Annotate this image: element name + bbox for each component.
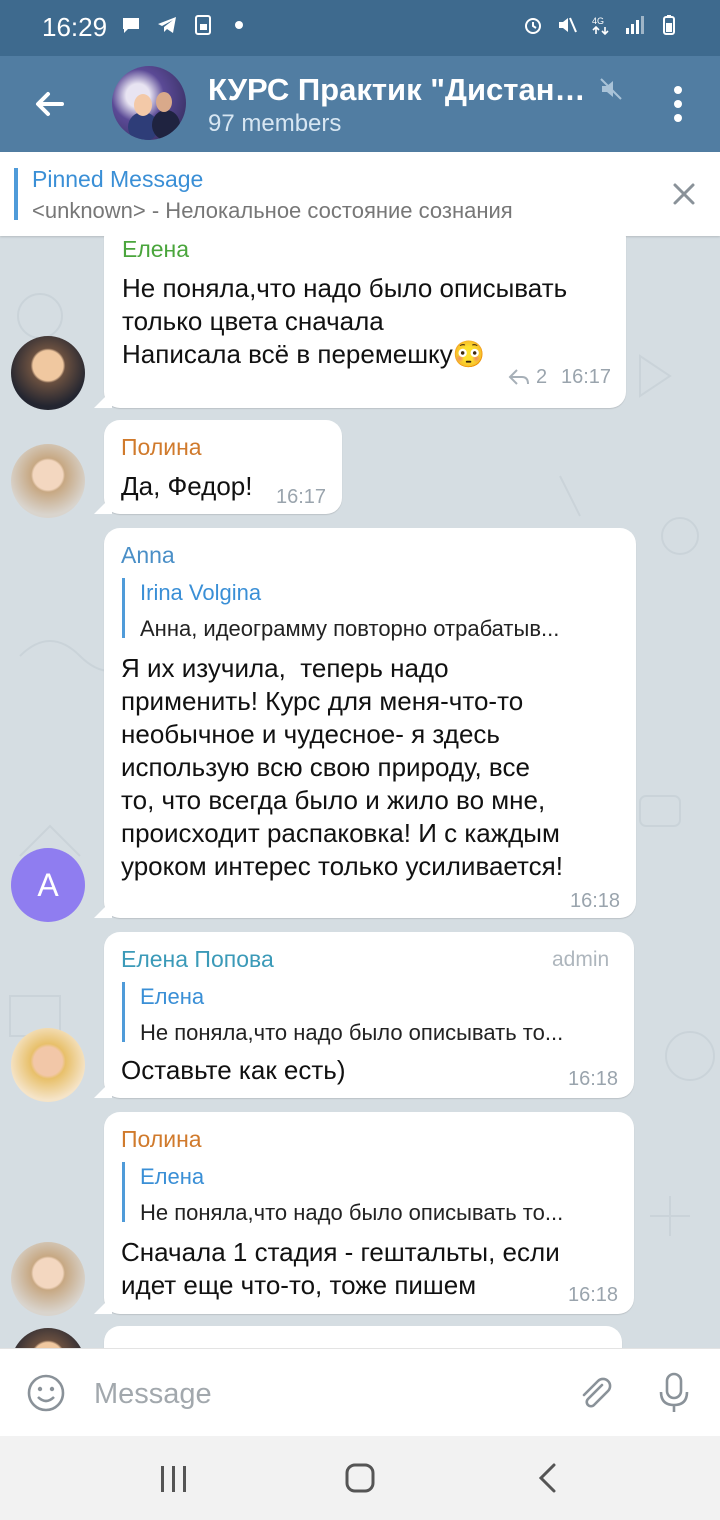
- alarm-icon: [525, 18, 541, 34]
- message-sender[interactable]: Елена: [122, 236, 189, 263]
- battery-icon: [663, 15, 675, 35]
- message-text: Оставьте как есть): [121, 1055, 346, 1085]
- dot-icon: [235, 21, 243, 29]
- message-sender[interactable]: Полина: [121, 434, 202, 461]
- chat-bubble-icon: [123, 18, 139, 33]
- message-bubble[interactable]: Елена Попова admin Елена Не поняла,что н…: [104, 932, 634, 1098]
- message-bubble[interactable]: Полина Да, Федор! 16:17: [104, 420, 342, 514]
- message-time: 16:17: [561, 366, 612, 388]
- recent-apps-icon[interactable]: [158, 1464, 190, 1494]
- back-arrow-icon[interactable]: [28, 82, 72, 126]
- system-nav-bar: [0, 1436, 720, 1520]
- clock: 16:29: [42, 12, 108, 42]
- muted-icon: [600, 78, 622, 100]
- data-arrows-icon: 4G: [592, 16, 609, 36]
- message-bubble[interactable]: Anna Irina Volgina Анна, идеограмму повт…: [104, 528, 636, 918]
- chat-header: КУРС Практик "Дистанц... 97 members: [0, 56, 720, 152]
- reply-author[interactable]: Елена: [140, 1164, 204, 1190]
- message-time: 16:18: [570, 890, 621, 912]
- message-time: 16:18: [568, 1068, 619, 1090]
- telegram-icon: [158, 17, 176, 33]
- reply-count[interactable]: 2: [536, 366, 547, 389]
- reply-quote-bar: [122, 982, 125, 1042]
- reply-snippet[interactable]: Анна, идеограмму повторно отрабатыв...: [140, 616, 622, 642]
- avatar[interactable]: [11, 336, 85, 410]
- group-avatar[interactable]: [112, 66, 186, 140]
- avatar[interactable]: [11, 444, 85, 518]
- message-time: 16:17: [276, 486, 327, 508]
- reply-snippet[interactable]: Не поняла,что надо было описывать то...: [140, 1020, 620, 1046]
- avatar[interactable]: A: [11, 848, 85, 922]
- avatar[interactable]: [11, 1242, 85, 1316]
- avatar[interactable]: [11, 1028, 85, 1102]
- home-icon[interactable]: [344, 1462, 376, 1494]
- message-sender[interactable]: Елена Попова: [121, 946, 274, 973]
- message-bubble[interactable]: [104, 1326, 622, 1348]
- message-input[interactable]: [92, 1369, 536, 1419]
- group-title[interactable]: КУРС Практик "Дистанц...: [208, 72, 592, 108]
- message-time: 16:18: [568, 1284, 619, 1306]
- mute-icon: [559, 17, 577, 33]
- reply-author[interactable]: Irina Volgina: [140, 580, 261, 606]
- message-bubble[interactable]: Полина Елена Не поняла,что надо было опи…: [104, 1112, 634, 1314]
- microphone-icon[interactable]: [654, 1371, 694, 1415]
- pinned-text: <unknown> - Нелокальное состояние сознан…: [32, 198, 513, 223]
- pinned-title: Pinned Message: [32, 166, 204, 192]
- message-bubble[interactable]: Елена Не поняла,что надо было описывать …: [104, 236, 626, 408]
- composer-bar: [0, 1348, 720, 1437]
- message-sender[interactable]: Полина: [121, 1126, 202, 1153]
- reply-quote-bar: [122, 578, 125, 638]
- reply-author[interactable]: Елена: [140, 984, 204, 1010]
- reply-quote-bar: [122, 1162, 125, 1222]
- attach-icon[interactable]: [574, 1373, 614, 1413]
- status-bar: 16:29 4G: [0, 0, 720, 56]
- reply-arrow-icon: [508, 369, 529, 385]
- more-options-icon[interactable]: [664, 82, 692, 126]
- emoji-icon[interactable]: [26, 1373, 66, 1413]
- close-icon[interactable]: [670, 180, 698, 208]
- pinned-message-bar[interactable]: Pinned Message <unknown> - Нелокальное с…: [0, 152, 720, 236]
- reply-snippet[interactable]: Не поняла,что надо было описывать то...: [140, 1200, 620, 1226]
- pinned-accent-bar: [14, 168, 18, 220]
- sim-icon: [195, 15, 211, 35]
- message-list[interactable]: Елена Не поняла,что надо было описывать …: [0, 236, 720, 1348]
- message-text: Да, Федор!: [121, 471, 253, 501]
- message-text: Я их изучила, теперь надо применить! Кур…: [121, 653, 563, 881]
- svg-text:4G: 4G: [592, 16, 604, 26]
- message-text: Не поняла,что надо было описывать только…: [122, 273, 568, 369]
- admin-badge: admin: [552, 948, 610, 971]
- nav-back-icon[interactable]: [536, 1462, 560, 1494]
- member-count[interactable]: 97 members: [208, 110, 341, 138]
- signal-icon: [626, 16, 644, 34]
- message-text: Сначала 1 стадия - гештальты, если идет …: [121, 1237, 560, 1300]
- message-sender[interactable]: Anna: [121, 542, 175, 569]
